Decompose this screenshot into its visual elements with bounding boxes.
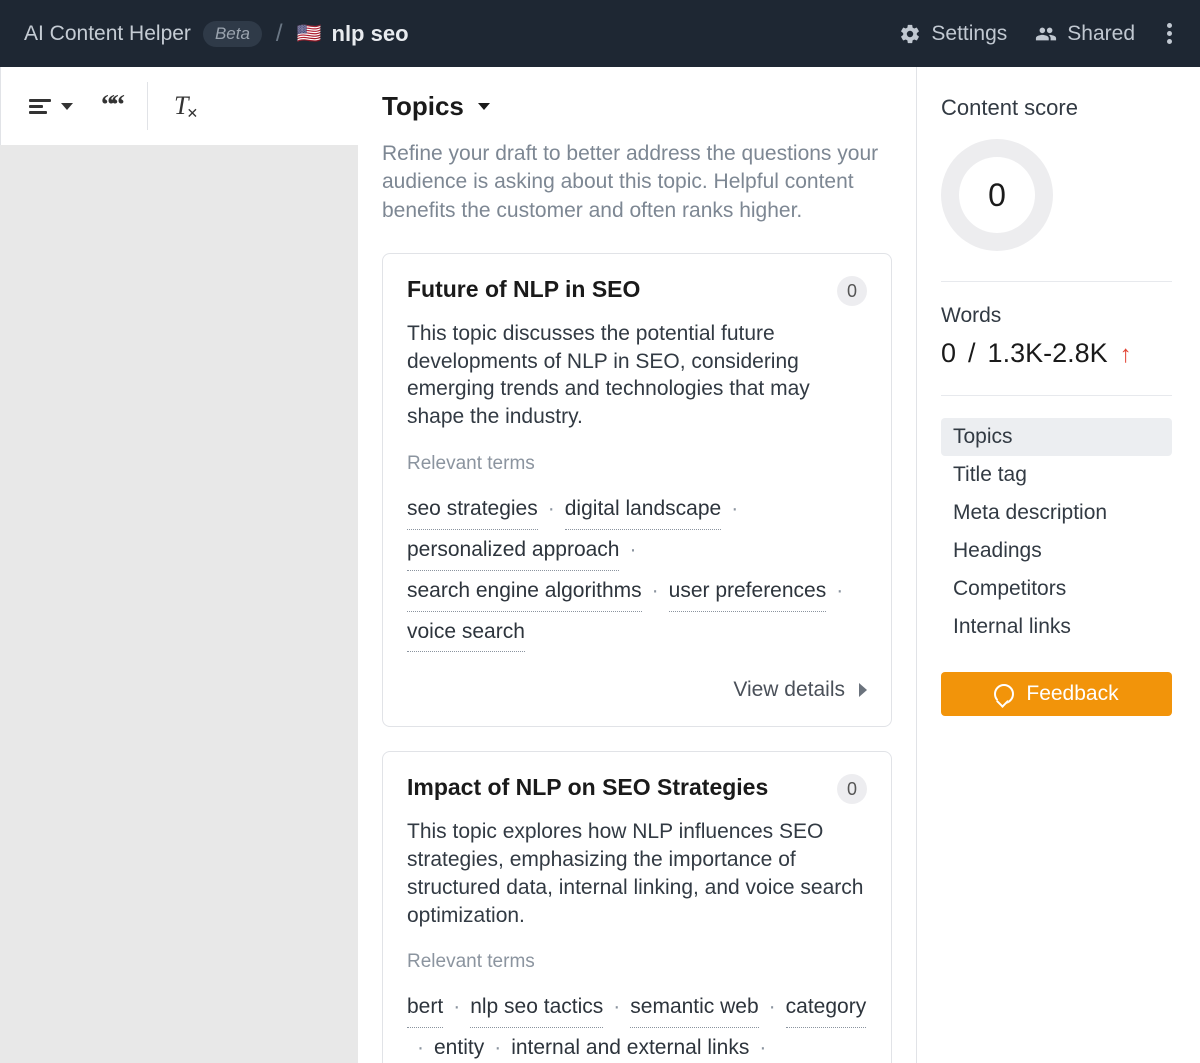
term-separator: · — [652, 571, 659, 612]
term-chip[interactable]: user preferences — [669, 571, 827, 612]
doc-title[interactable]: nlp seo — [332, 21, 409, 47]
term-separator: · — [417, 1028, 424, 1063]
relevant-terms-label: Relevant terms — [407, 951, 867, 973]
term-separator: · — [453, 987, 460, 1028]
term-chip[interactable]: category — [786, 987, 867, 1028]
app-name[interactable]: AI Content Helper — [24, 22, 191, 46]
shared-label: Shared — [1067, 22, 1135, 46]
term-chip[interactable]: internal and external links — [511, 1028, 749, 1063]
topics-dropdown[interactable]: Topics — [382, 91, 892, 122]
term-separator: · — [836, 571, 843, 612]
gear-icon — [899, 23, 921, 45]
topics-intro: Refine your draft to better address the … — [382, 140, 892, 225]
topic-card-badge: 0 — [837, 774, 867, 804]
quote-icon: ““ — [101, 92, 121, 120]
topic-card-title: Future of NLP in SEO — [407, 276, 640, 303]
settings-label: Settings — [931, 22, 1007, 46]
clear-format-icon: T✕ — [174, 91, 200, 121]
toolbar-separator — [147, 82, 148, 130]
term-chip[interactable]: search engine algorithms — [407, 571, 642, 612]
score-nav-item[interactable]: Internal links — [941, 608, 1172, 646]
topics-pane: Topics Refine your draft to better addre… — [358, 67, 917, 1063]
topic-card-badge: 0 — [837, 276, 867, 306]
feedback-label: Feedback — [1026, 682, 1118, 706]
score-pane: Content score 0 Words 0 / 1.3K-2.8K ↑ To… — [917, 67, 1200, 1063]
score-nav-item[interactable]: Competitors — [941, 570, 1172, 608]
term-chip[interactable]: nlp seo tactics — [470, 987, 603, 1028]
term-chip[interactable]: personalized approach — [407, 530, 619, 571]
content-score-label: Content score — [941, 95, 1172, 121]
term-separator: · — [731, 489, 738, 530]
people-icon — [1035, 23, 1057, 45]
chevron-right-icon — [859, 683, 867, 697]
content-score-ring: 0 — [941, 139, 1053, 251]
topics-heading: Topics — [382, 91, 464, 122]
flag-icon: 🇺🇸 — [297, 21, 322, 46]
topic-card: Impact of NLP on SEO Strategies 0 This t… — [382, 751, 892, 1063]
terms-list: seo strategies·digital landscape·persona… — [407, 489, 867, 653]
view-details-label: View details — [733, 678, 845, 702]
topic-card: Future of NLP in SEO 0 This topic discus… — [382, 253, 892, 727]
words-sep: / — [968, 338, 976, 369]
view-details-link[interactable]: View details — [407, 678, 867, 702]
chat-icon — [994, 684, 1014, 704]
settings-button[interactable]: Settings — [899, 22, 1007, 46]
term-chip[interactable]: semantic web — [630, 987, 758, 1028]
arrow-up-icon: ↑ — [1120, 341, 1132, 369]
editor-toolbar: ““ T✕ — [0, 67, 358, 145]
divider — [941, 395, 1172, 396]
score-nav-item[interactable]: Headings — [941, 532, 1172, 570]
words-label: Words — [941, 304, 1172, 328]
list-icon — [29, 99, 51, 114]
term-separator: · — [769, 987, 776, 1028]
term-chip[interactable]: entity — [434, 1028, 484, 1063]
words-count-row: 0 / 1.3K-2.8K ↑ — [941, 338, 1172, 369]
chevron-down-icon — [478, 103, 490, 110]
term-separator: · — [613, 987, 620, 1028]
shared-button[interactable]: Shared — [1035, 22, 1135, 46]
feedback-button[interactable]: Feedback — [941, 672, 1172, 716]
topic-card-desc: This topic discusses the potential futur… — [407, 320, 867, 431]
words-range: 1.3K-2.8K — [988, 338, 1108, 369]
topic-card-title: Impact of NLP on SEO Strategies — [407, 774, 768, 801]
score-nav-item[interactable]: Topics — [941, 418, 1172, 456]
breadcrumb-sep: / — [276, 20, 283, 48]
app-header: AI Content Helper Beta / 🇺🇸 nlp seo Sett… — [0, 0, 1200, 67]
content-score-value: 0 — [959, 157, 1035, 233]
blockquote-button[interactable]: ““ — [93, 86, 129, 126]
score-nav-item[interactable]: Title tag — [941, 456, 1172, 494]
term-separator: · — [494, 1028, 501, 1063]
editor-pane: ““ T✕ — [0, 67, 358, 1063]
score-nav: TopicsTitle tagMeta descriptionHeadingsC… — [941, 418, 1172, 646]
topic-card-desc: This topic explores how NLP influences S… — [407, 818, 867, 929]
term-chip[interactable]: bert — [407, 987, 443, 1028]
words-current: 0 — [941, 338, 956, 369]
relevant-terms-label: Relevant terms — [407, 453, 867, 475]
chevron-down-icon — [61, 103, 73, 110]
list-format-dropdown[interactable] — [21, 93, 81, 120]
terms-list: bert·nlp seo tactics·semantic web·catego… — [407, 987, 867, 1063]
clear-formatting-button[interactable]: T✕ — [166, 85, 208, 127]
more-menu-icon[interactable] — [1163, 23, 1176, 44]
term-chip[interactable]: seo strategies — [407, 489, 538, 530]
term-separator: · — [629, 530, 636, 571]
term-separator: · — [548, 489, 555, 530]
term-separator: · — [759, 1028, 766, 1063]
beta-badge: Beta — [203, 21, 262, 47]
divider — [941, 281, 1172, 282]
score-nav-item[interactable]: Meta description — [941, 494, 1172, 532]
term-chip[interactable]: voice search — [407, 612, 525, 653]
term-chip[interactable]: digital landscape — [565, 489, 721, 530]
